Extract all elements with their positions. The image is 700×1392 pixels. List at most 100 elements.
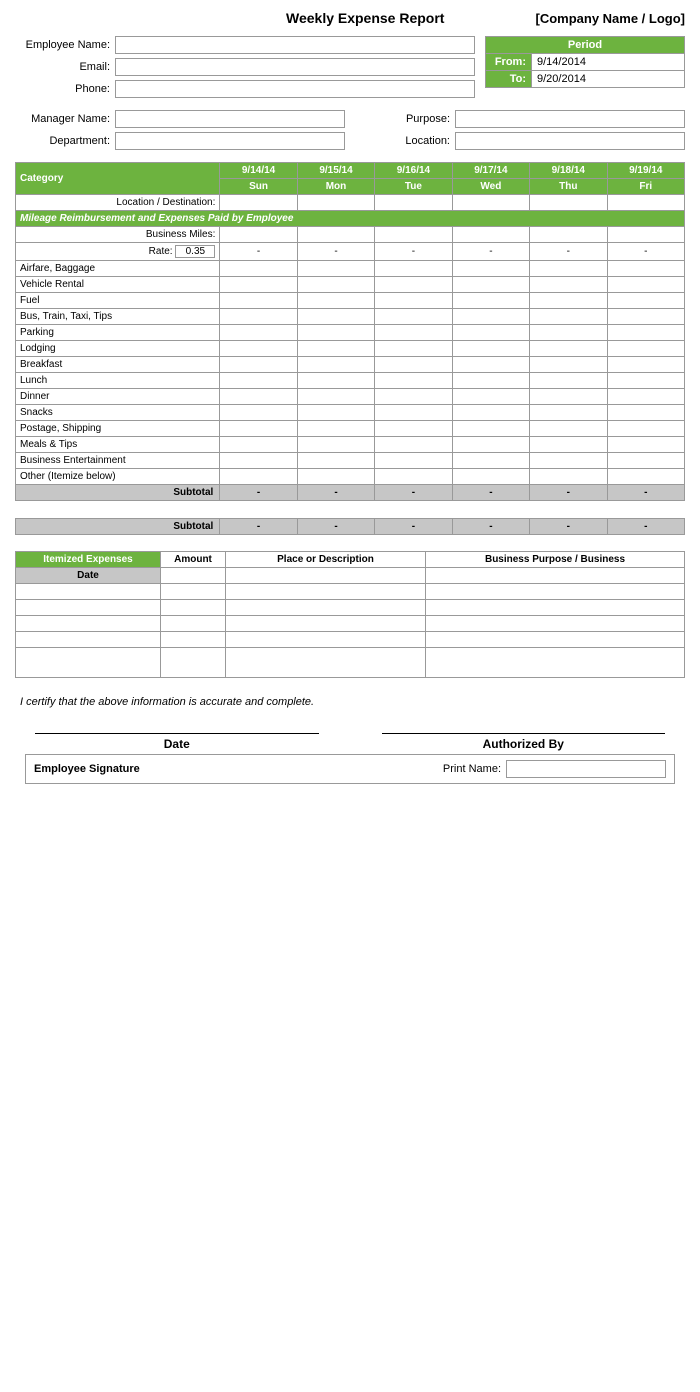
rate-dash-2: - — [375, 243, 452, 261]
category-vehicle: Vehicle Rental — [16, 277, 220, 293]
rate-label: Rate: — [16, 243, 220, 261]
list-item — [16, 600, 685, 616]
table-row: Other (Itemize below) — [16, 469, 685, 485]
subtotal2-dash-2: - — [375, 519, 452, 535]
print-name-input[interactable] — [506, 760, 666, 778]
table-row: Vehicle Rental — [16, 277, 685, 293]
itemized-table: Itemized Expenses Amount Place or Descri… — [15, 551, 685, 678]
subtotal2-dash-3: - — [452, 519, 529, 535]
subtotal2-dash-5: - — [607, 519, 684, 535]
subtotal-dash-3: - — [452, 485, 529, 501]
day-date-2: 9/16/14 — [375, 163, 452, 179]
manager-input[interactable] — [115, 110, 345, 128]
day-name-1: Mon — [297, 179, 374, 195]
itemized-header-label: Itemized Expenses — [16, 552, 161, 568]
expense-table: Category 9/14/14 9/15/14 9/16/14 9/17/14… — [15, 162, 685, 535]
location-input[interactable] — [455, 132, 685, 150]
phone-input[interactable] — [115, 80, 475, 98]
subtotal-dash-4: - — [530, 485, 607, 501]
department-input[interactable] — [115, 132, 345, 150]
rate-row: Rate: - - - - - - — [16, 243, 685, 261]
purpose-label: Purpose: — [355, 113, 455, 125]
category-meals: Meals & Tips — [16, 437, 220, 453]
period-from-value: 9/14/2014 — [531, 54, 684, 70]
purpose-input[interactable] — [455, 110, 685, 128]
table-row: Postage, Shipping — [16, 421, 685, 437]
table-row: Fuel — [16, 293, 685, 309]
subtotal-dash-2: - — [375, 485, 452, 501]
table-row: Business Entertainment — [16, 453, 685, 469]
period-from-label: From: — [486, 54, 531, 70]
day-name-4: Thu — [530, 179, 607, 195]
subtotal2-dash-1: - — [297, 519, 374, 535]
period-to-value: 9/20/2014 — [531, 71, 684, 87]
employee-name-input[interactable] — [115, 36, 475, 54]
list-item — [16, 632, 685, 648]
email-label: Email: — [15, 61, 115, 73]
category-lunch: Lunch — [16, 373, 220, 389]
category-postage: Postage, Shipping — [16, 421, 220, 437]
subtotal-row-1: Subtotal - - - - - - — [16, 485, 685, 501]
employee-signature-label: Employee Signature — [34, 763, 140, 775]
itemized-amount-header: Amount — [161, 552, 226, 568]
category-lodging: Lodging — [16, 341, 220, 357]
day-date-4: 9/18/14 — [530, 163, 607, 179]
location-row: Location / Destination: — [16, 195, 685, 211]
category-other: Other (Itemize below) — [16, 469, 220, 485]
category-entertainment: Business Entertainment — [16, 453, 220, 469]
day-date-5: 9/19/14 — [607, 163, 684, 179]
itemized-header: Itemized Expenses Amount Place or Descri… — [16, 552, 685, 568]
category-fuel: Fuel — [16, 293, 220, 309]
subtotal-dash-1: - — [297, 485, 374, 501]
table-row: Snacks — [16, 405, 685, 421]
subtotal-dash-5: - — [607, 485, 684, 501]
manager-label: Manager Name: — [15, 113, 115, 125]
page-title: Weekly Expense Report — [195, 10, 535, 26]
itemized-purpose-header: Business Purpose / Business — [426, 552, 685, 568]
subtotal2-dash-0: - — [220, 519, 297, 535]
subtotal-label-1: Subtotal — [16, 485, 220, 501]
mileage-header-row: Mileage Reimbursement and Expenses Paid … — [16, 211, 685, 227]
day-name-0: Sun — [220, 179, 297, 195]
business-miles-label: Business Miles: — [16, 227, 220, 243]
rate-input[interactable] — [175, 245, 215, 258]
employee-name-label: Employee Name: — [15, 39, 115, 51]
mileage-header-text: Mileage Reimbursement and Expenses Paid … — [16, 211, 685, 227]
table-row: Bus, Train, Taxi, Tips — [16, 309, 685, 325]
itemized-place-header: Place or Description — [226, 552, 426, 568]
location-label: Location: — [355, 135, 455, 147]
date-label: Date — [35, 737, 319, 751]
period-header: Period — [485, 36, 685, 54]
table-row: Dinner — [16, 389, 685, 405]
table-row: Lunch — [16, 373, 685, 389]
day-date-1: 9/15/14 — [297, 163, 374, 179]
email-input[interactable] — [115, 58, 475, 76]
subtotal-label-2: Subtotal — [16, 519, 220, 535]
company-logo: [Company Name / Logo] — [535, 11, 685, 26]
day-date-0: 9/14/14 — [220, 163, 297, 179]
spacer-row — [16, 501, 685, 519]
period-to-label: To: — [486, 71, 531, 87]
itemized-date-row: Date — [16, 568, 685, 584]
location-destination-label: Location / Destination: — [16, 195, 220, 211]
subtotal-dash-0: - — [220, 485, 297, 501]
list-item — [16, 584, 685, 600]
rate-dash-1: - — [297, 243, 374, 261]
certification-text: I certify that the above information is … — [15, 686, 685, 718]
table-row: Breakfast — [16, 357, 685, 373]
list-item — [16, 616, 685, 632]
category-dinner: Dinner — [16, 389, 220, 405]
phone-label: Phone: — [15, 83, 115, 95]
list-item — [16, 648, 685, 678]
subtotal-row-2: Subtotal - - - - - - — [16, 519, 685, 535]
table-row: Parking — [16, 325, 685, 341]
table-row: Lodging — [16, 341, 685, 357]
rate-dash-3: - — [452, 243, 529, 261]
day-date-3: 9/17/14 — [452, 163, 529, 179]
subtotal2-dash-4: - — [530, 519, 607, 535]
itemized-date-label: Date — [16, 568, 161, 584]
category-breakfast: Breakfast — [16, 357, 220, 373]
category-bus: Bus, Train, Taxi, Tips — [16, 309, 220, 325]
authorized-by-label: Authorized By — [382, 737, 666, 751]
table-row: Meals & Tips — [16, 437, 685, 453]
